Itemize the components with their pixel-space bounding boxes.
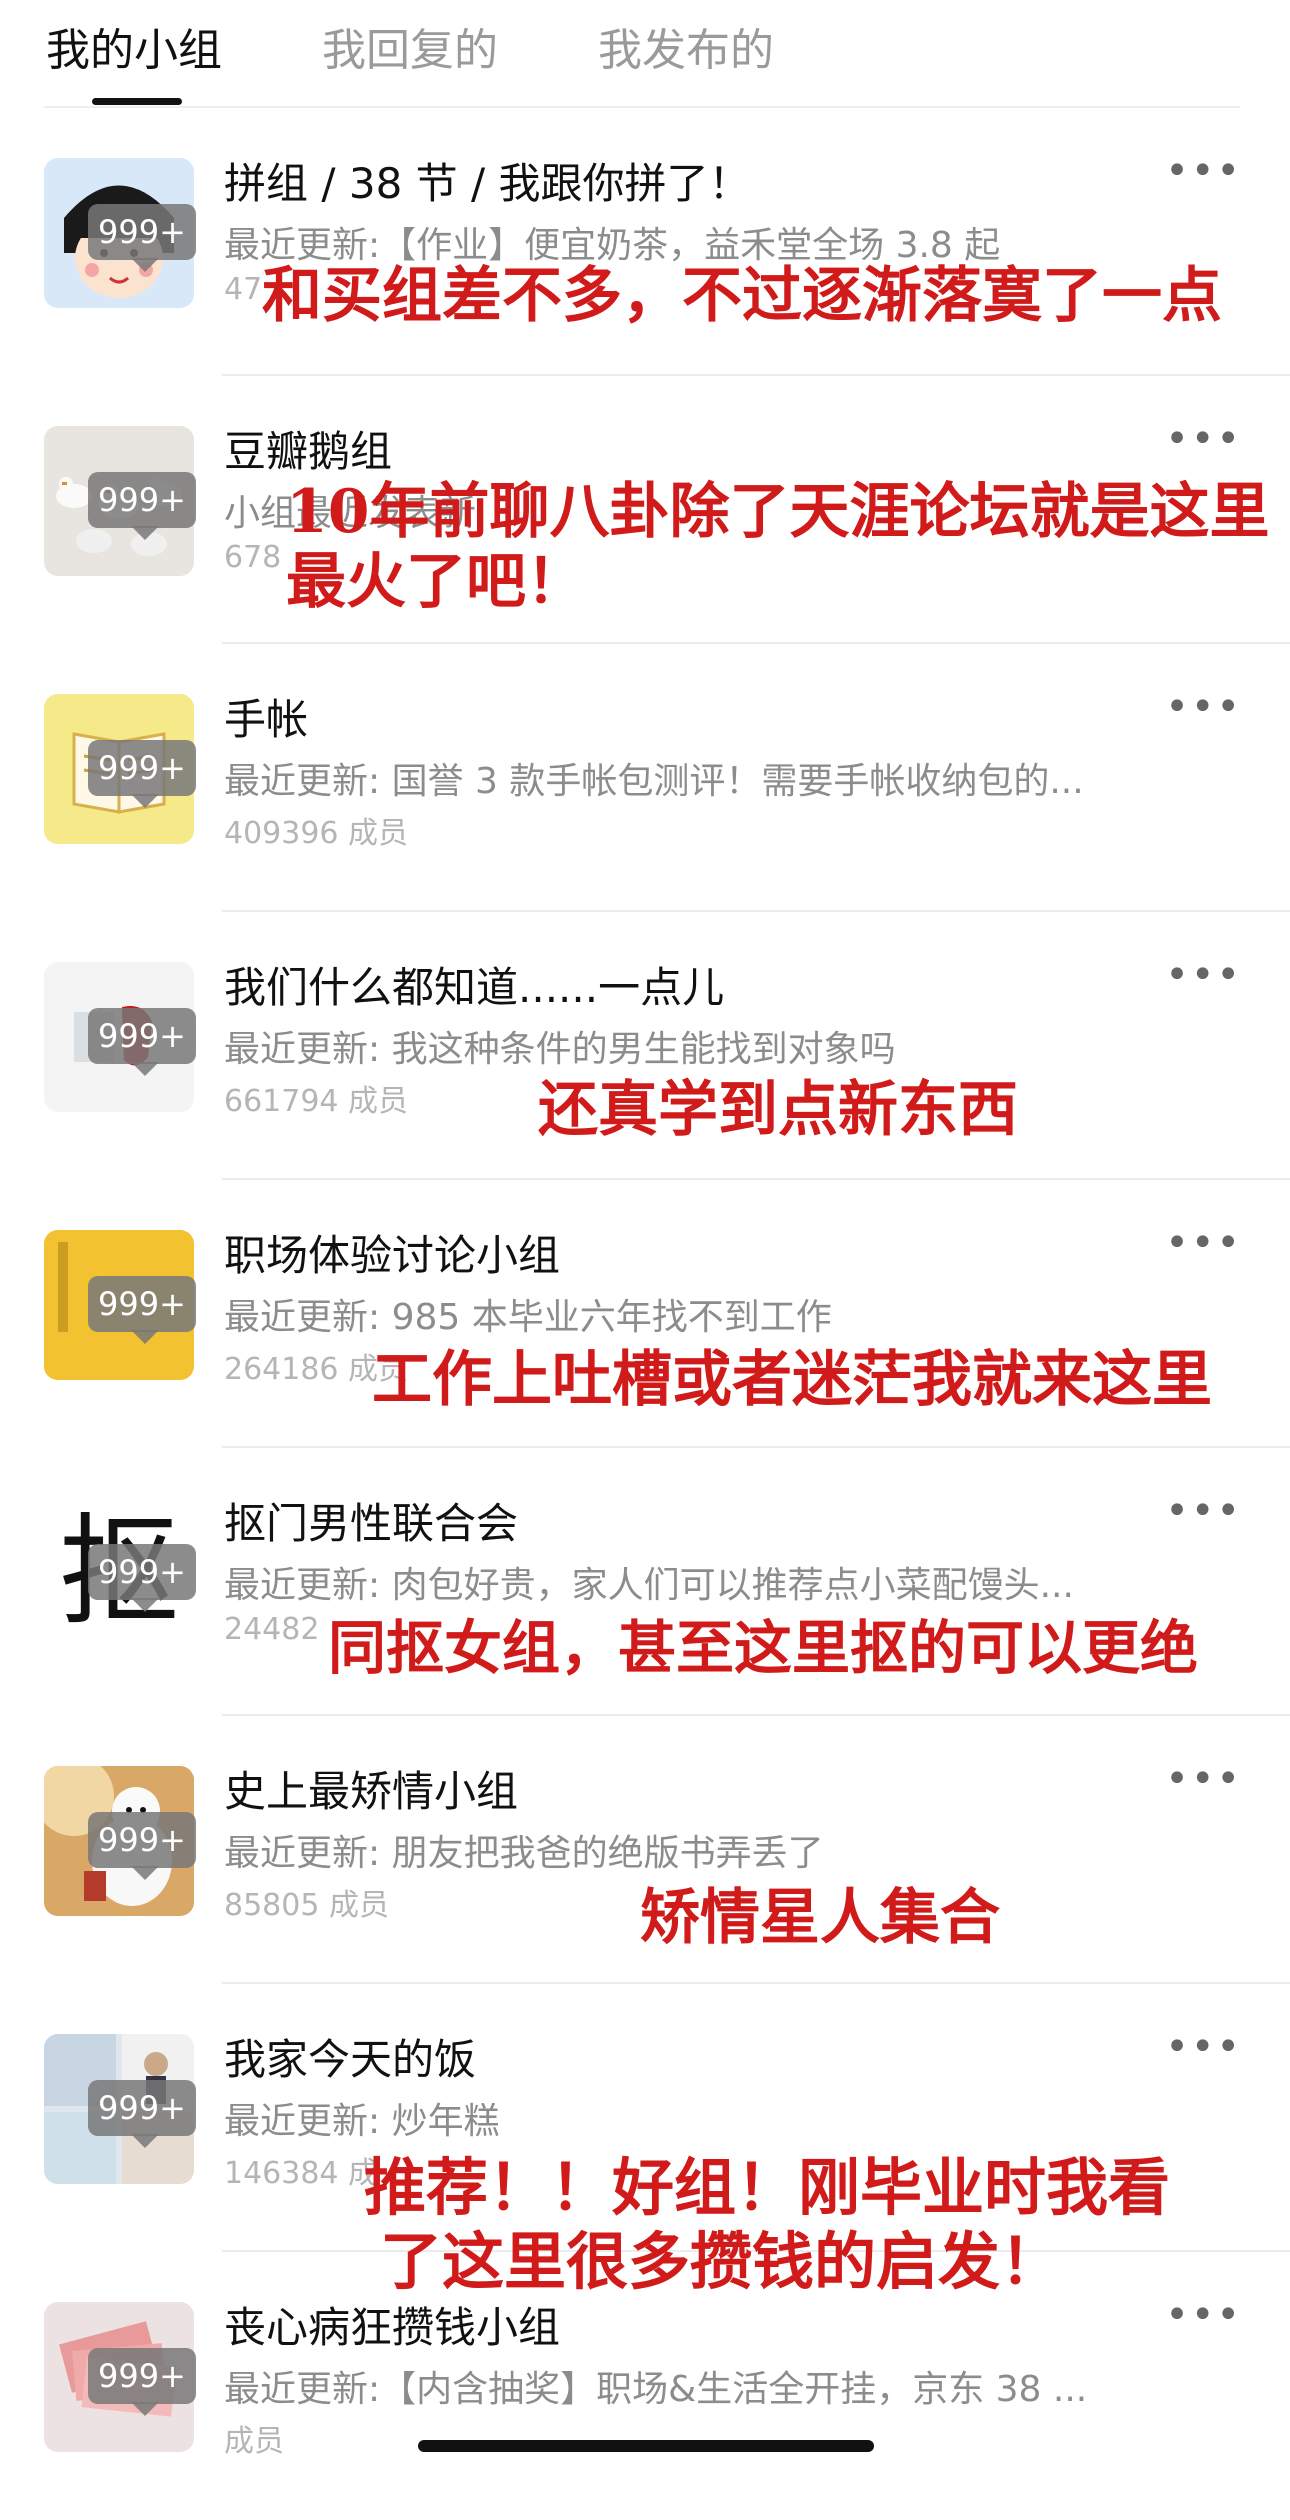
group-title: 丧心病狂攒钱小组: [224, 2303, 561, 2352]
unread-badge: 999+: [88, 1008, 196, 1064]
more-options-icon[interactable]: •••: [1165, 2024, 1242, 2070]
group-title: 史上最矫情小组: [224, 1767, 519, 1816]
group-title: 抠门男性联合会: [224, 1499, 519, 1548]
unread-badge: 999+: [88, 204, 196, 260]
member-count: 24482: [224, 1612, 320, 1647]
group-row-pinzu[interactable]: 999+ 拼组 / 38 节 / 我跟你拼了！ 最近更新:【作业】便宜奶茶，益禾…: [0, 108, 1290, 376]
group-tabs: 我的小组 我回复的 我发布的: [0, 0, 1290, 108]
group-title: 手帐: [224, 695, 309, 744]
group-title: 拼组 / 38 节 / 我跟你拼了！: [224, 159, 751, 208]
unread-badge: 999+: [88, 1544, 196, 1600]
annotation-meal-line2: 了这里很多攒钱的启发！: [380, 2225, 1063, 2298]
home-indicator: [418, 2440, 874, 2452]
active-tab-indicator: [92, 98, 182, 105]
latest-update: 最近更新: 炒年糕: [224, 2101, 500, 2142]
latest-update: 最近更新: 朋友把我爸的绝版书弄丢了: [224, 1833, 824, 1874]
unread-badge: 999+: [88, 740, 196, 796]
group-title: 我们什么都知道......一点儿: [224, 963, 725, 1012]
latest-update: 最近更新: 国誉 3 款手帐包测评！需要手帐收纳包的...: [224, 761, 1084, 802]
latest-update: 最近更新:【内含抽奖】职场&生活全开挂，京东 38 ...: [224, 2369, 1088, 2410]
more-options-icon[interactable]: •••: [1165, 1488, 1242, 1534]
latest-update: 最近更新: 肉包好贵，家人们可以推荐点小菜配馒头...: [224, 1565, 1074, 1606]
annotation-frugal: 同抠女组，甚至这里抠的可以更绝: [328, 1614, 1199, 1682]
member-count: 678: [224, 540, 282, 575]
member-count: 85805 成员: [224, 1888, 389, 1923]
annotation-pinzu: 和买组差不多，不过逐渐落寞了一点: [262, 261, 1222, 331]
latest-update: 最近更新: 985 本毕业六年找不到工作: [224, 1297, 832, 1338]
group-title: 我家今天的饭: [224, 2035, 477, 2084]
unread-badge: 999+: [88, 2348, 196, 2404]
tab-my-replies[interactable]: 我回复的: [322, 14, 498, 78]
member-count: 661794 成员: [224, 1084, 409, 1119]
annotation-workplace: 工作上吐槽或者迷茫我就来这里: [372, 1345, 1212, 1415]
member-count: 47: [224, 272, 263, 307]
member-count: 146384 成: [224, 2156, 379, 2191]
more-options-icon[interactable]: •••: [1165, 148, 1242, 194]
more-options-icon[interactable]: •••: [1165, 684, 1242, 730]
unread-badge: 999+: [88, 1812, 196, 1868]
latest-update: 最近更新: 我这种条件的男生能找到对象吗: [224, 1029, 896, 1070]
member-count: 成员: [224, 2424, 284, 2459]
annotation-we-know: 还真学到点新东西: [538, 1075, 1018, 1145]
annotation-sentimental: 矫情星人集合: [640, 1883, 1000, 1953]
tab-my-posts[interactable]: 我发布的: [598, 14, 774, 78]
more-options-icon[interactable]: •••: [1165, 1756, 1242, 1802]
more-options-icon[interactable]: •••: [1165, 952, 1242, 998]
tab-my-groups[interactable]: 我的小组: [46, 14, 222, 78]
unread-badge: 999+: [88, 472, 196, 528]
more-options-icon[interactable]: •••: [1165, 416, 1242, 462]
member-count: 409396 成员: [224, 816, 409, 851]
annotation-meal-line1: 推荐！！好组！刚毕业时我看: [364, 2151, 1171, 2224]
unread-badge: 999+: [88, 2080, 196, 2136]
group-title: 职场体验讨论小组: [224, 1231, 561, 1280]
unread-badge: 999+: [88, 1276, 196, 1332]
annotation-geese-line2: 最火了吧！: [286, 547, 586, 617]
more-options-icon[interactable]: •••: [1165, 2292, 1242, 2338]
more-options-icon[interactable]: •••: [1165, 1220, 1242, 1266]
group-row-shouzhang[interactable]: 999+ 手帐 最近更新: 国誉 3 款手帐包测评！需要手帐收纳包的... 40…: [0, 644, 1290, 912]
group-title: 豆瓣鹅组: [224, 427, 393, 476]
annotation-geese-line1: 10年前聊八卦除了天涯论坛就是这里: [286, 477, 1270, 547]
